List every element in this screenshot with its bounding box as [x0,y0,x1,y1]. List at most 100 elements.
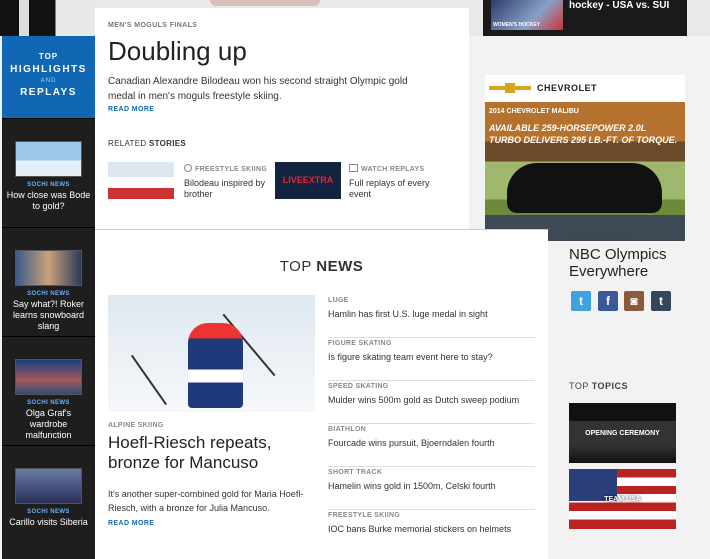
top-news-pre: TOP [279,258,312,275]
sidebar-thumbnail[interactable] [15,359,82,395]
featured-category[interactable]: ALPINE SKIING [108,422,164,429]
sidebar-item-title[interactable]: How close was Bode to gold? [2,190,95,212]
instagram-icon[interactable]: ◙ [624,291,644,311]
promo-thumb-label: WOMEN'S HOCKEY [493,22,541,28]
news-headline-link[interactable]: Mulder wins 500m gold as Dutch sweep pod… [328,395,535,405]
sidebar-header: TOP HIGHLIGHTS AND REPLAYS [2,36,95,118]
skier-figure [188,323,243,408]
related-label-bold: STORIES [148,139,187,148]
related-stories-heading: RELATED STORIES [108,139,186,148]
news-list-item[interactable]: BIATHLON Fourcade wins pursuit, Bjoernda… [328,424,535,467]
hero-title[interactable]: Doubling up [108,36,247,67]
featured-story-image[interactable] [108,295,315,412]
sidebar-item-title[interactable]: Olga Graf's wardrobe malfunction [2,408,95,441]
topic-label: TEAM USA [604,496,641,503]
featured-read-more-link[interactable]: READ MORE [108,520,154,527]
news-headline-link[interactable]: IOC bans Burke memorial stickers on helm… [328,524,535,534]
related-category-text: WATCH REPLAYS [361,166,425,173]
sidebar-item-title[interactable]: Say what?! Roker learns snowboard slang [2,299,95,332]
promo-thumbnail: WOMEN'S HOCKEY [491,0,563,30]
news-list-item[interactable]: SPEED SKATING Mulder wins 500m gold as D… [328,381,535,424]
related-category-text: FREESTYLE SKIING [195,166,268,173]
featured-title-link[interactable]: Hoefl-Riesch repeats, bronze for Mancuso [108,433,308,473]
topic-team-usa[interactable]: TEAM USA [569,469,676,529]
follow-bold: US [613,230,627,240]
topic-label: OPENING CEREMONY [585,430,660,437]
promo-label[interactable]: hockey - USA vs. SUI [569,0,669,11]
replay-icon [349,164,358,172]
ad-brand-bar: CHEVROLET [485,75,685,102]
hero-kicker[interactable]: MEN'S MOGULS FINALS [108,22,197,29]
featured-blurb: It's another super-combined gold for Mar… [108,489,304,513]
related-story-link[interactable]: Full replays of every event [349,178,439,200]
ad-copy: AVAILABLE 259-HORSEPOWER 2.0L TURBO DELI… [489,122,677,146]
hero-read-more-link[interactable]: READ MORE [108,106,154,113]
news-list: LUGE Hamlin has first U.S. luge medal in… [328,295,535,553]
news-category[interactable]: FREESTYLE SKIING [328,512,535,519]
related-category: FREESTYLE SKIING [184,164,267,173]
ad-model: 2014 CHEVROLET MALIBU [489,108,579,115]
news-list-item[interactable]: SHORT TRACK Hamelin wins gold in 1500m, … [328,467,535,510]
news-list-item[interactable]: LUGE Hamlin has first U.S. luge medal in… [328,295,535,338]
ad-brand: CHEVROLET [537,83,598,93]
sidebar-header-line: TOP [38,52,59,61]
news-headline-link[interactable]: Hamlin has first U.S. luge medal in sigh… [328,309,535,319]
top-photo-detail [210,0,320,6]
live-extra-logo-text-a: LIVE [282,175,303,185]
top-news-bold: NEWS [316,258,364,275]
sidebar-thumbnail[interactable] [15,250,82,286]
ad-copy-line: AVAILABLE 259-HORSEPOWER 2.0L [489,123,647,133]
sidebar-item[interactable]: SOCHI NEWS Carillo visits Siberia [2,445,95,554]
news-category[interactable]: SPEED SKATING [328,383,535,390]
sidebar-item-category: SOCHI NEWS [27,509,70,515]
twitter-icon[interactable]: t [571,291,591,311]
news-headline-link[interactable]: Hamelin wins gold in 1500m, Celski fourt… [328,481,535,491]
news-headline-link[interactable]: Fourcade wins pursuit, Bjoerndalen fourt… [328,438,535,448]
sidebar-item-title[interactable]: Carillo visits Siberia [2,517,95,528]
sidebar-thumbnail[interactable] [15,141,82,177]
top-topics-label: TOP TOPICS [569,381,628,391]
hero-story: MEN'S MOGULS FINALS Doubling up Canadian… [95,8,469,230]
sidebar-header-line: HIGHLIGHTS [10,64,87,75]
chevrolet-bowtie-icon [489,83,531,93]
sidebar-item[interactable]: SOCHI NEWS Olga Graf's wardrobe malfunct… [2,336,95,445]
news-headline-link[interactable]: Is figure skating team event here to sta… [328,352,535,362]
top-news-panel: TOP NEWS ALPINE SKIING Hoefl-Riesch repe… [95,229,548,559]
sidebar-item[interactable]: SOCHI NEWS Say what?! Roker learns snowb… [2,227,95,336]
follow-title: NBC Olympics Everywhere [569,246,667,280]
promo-hockey[interactable]: WOMEN'S HOCKEY hockey - USA vs. SUI [483,0,687,36]
related-story-link[interactable]: Bilodeau inspired by brother [184,178,274,200]
sidebar-highlights: TOP HIGHLIGHTS AND REPLAYS SOCHI NEWS Ho… [2,36,95,559]
ski-pole [130,354,168,406]
top-photo-figure [0,0,96,36]
follow-pre: FOLLOW [569,230,611,240]
news-category[interactable]: FIGURE SKATING [328,340,535,347]
ad-car-image [507,163,662,213]
sidebar-item-category: SOCHI NEWS [27,182,70,188]
ad-copy-line: TURBO DELIVERS 295 LB.-FT. OF TORQUE. [489,135,678,145]
sidebar-item-category: SOCHI NEWS [27,291,70,297]
follow-us-label: FOLLOW US [569,230,627,240]
topic-opening-ceremony[interactable]: OPENING CEREMONY [569,403,676,463]
news-list-item[interactable]: FIGURE SKATING Is figure skating team ev… [328,338,535,381]
live-extra-logo[interactable]: LIVEEXTRA [275,162,341,199]
hero-blurb: Canadian Alexandre Bilodeau won his seco… [108,76,408,102]
news-category[interactable]: LUGE [328,297,535,304]
news-list-item[interactable]: FREESTYLE SKIING IOC bans Burke memorial… [328,510,535,553]
news-category[interactable]: SHORT TRACK [328,469,535,476]
sidebar-header-line: REPLAYS [20,87,77,98]
facebook-icon[interactable]: f [598,291,618,311]
sidebar-header-line: AND [40,78,57,84]
related-thumbnail[interactable] [108,162,174,199]
live-extra-logo-text-b: EXTRA [302,175,334,185]
sidebar-item-category: SOCHI NEWS [27,400,70,406]
sidebar-thumbnail[interactable] [15,468,82,504]
sidebar-item[interactable]: SOCHI NEWS How close was Bode to gold? [2,118,95,227]
chevrolet-ad[interactable]: CHEVROLET 2014 CHEVROLET MALIBU AVAILABL… [485,75,685,241]
tumblr-icon[interactable]: t [651,291,671,311]
play-icon [184,164,192,172]
news-category[interactable]: BIATHLON [328,426,535,433]
topics-pre: TOP [569,381,589,391]
related-label: RELATED [108,139,147,148]
topics-bold: TOPICS [591,381,629,391]
